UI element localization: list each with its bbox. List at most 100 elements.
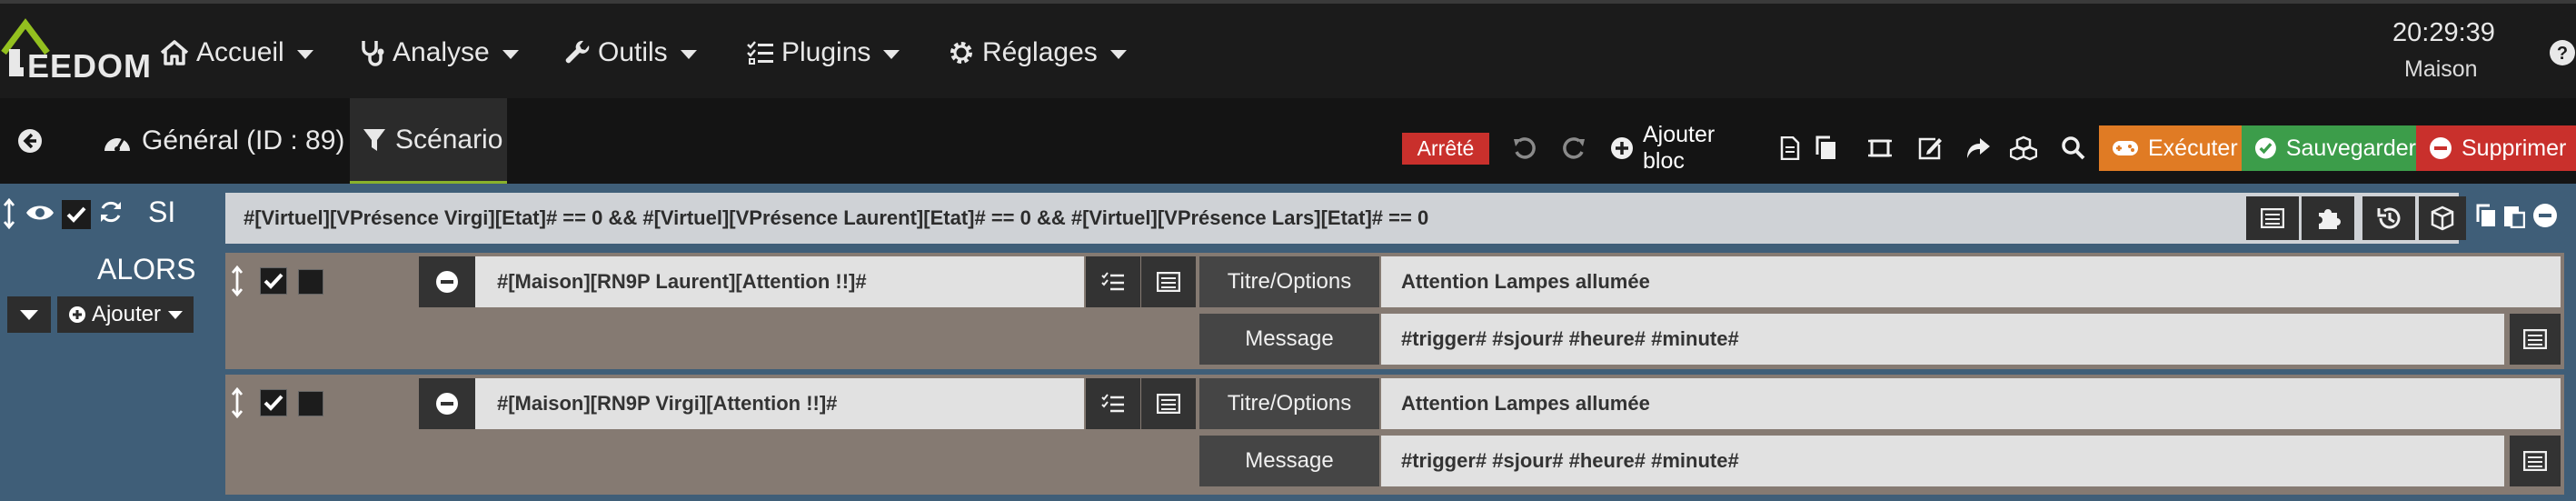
condition-text[interactable]: #[Virtuel][VPrésence Virgi][Etat]# == 0 … xyxy=(244,193,1428,244)
caret-down-icon xyxy=(168,310,184,319)
plus-circle-icon xyxy=(1611,137,1633,159)
check-icon xyxy=(264,273,283,289)
drag-handle-icon[interactable] xyxy=(229,387,245,418)
drag-handle-icon[interactable] xyxy=(0,198,18,229)
nav-plugins-label: Plugins xyxy=(781,37,871,67)
dependencies-button[interactable] xyxy=(2006,129,2041,167)
action-enable-checkbox[interactable] xyxy=(260,267,287,295)
tab-general[interactable]: Général (ID : 89) xyxy=(102,98,344,184)
condition-list-button[interactable] xyxy=(2246,196,2299,240)
tab-general-label: Général (ID : 89) xyxy=(142,125,345,155)
action-list-button[interactable] xyxy=(1141,256,1196,307)
tasks-icon xyxy=(1101,394,1124,413)
title-options-field[interactable]: Attention Lampes allumée xyxy=(1381,378,2561,429)
enable-checkbox[interactable] xyxy=(62,200,91,229)
message-field[interactable]: #trigger# #sjour# #heure# #minute# xyxy=(1381,436,2504,486)
puzzle-icon xyxy=(2319,209,2341,229)
copy-button[interactable] xyxy=(1809,129,1844,167)
nav-analyse[interactable]: Analyse xyxy=(360,4,519,102)
action-command-field[interactable]: #[Maison][RN9P Laurent][Attention !!]# xyxy=(475,256,1084,307)
message-list-button[interactable] xyxy=(2510,436,2561,486)
remove-action-button[interactable] xyxy=(419,378,475,429)
save-label: Sauvegarder xyxy=(2285,135,2416,161)
drag-handle-icon[interactable] xyxy=(229,266,245,296)
action-parallel-checkbox[interactable] xyxy=(298,269,323,295)
minus-circle-icon xyxy=(436,271,458,293)
action-list-button[interactable] xyxy=(1141,378,1196,429)
cube-frame-icon xyxy=(1868,139,1892,157)
help-icon[interactable]: ? xyxy=(2548,38,2576,67)
si-label: SI xyxy=(148,195,176,228)
execute-button[interactable]: Exécuter xyxy=(2099,125,2242,171)
action-parallel-checkbox[interactable] xyxy=(298,391,323,416)
chevron-down-icon xyxy=(296,50,313,59)
search-button[interactable] xyxy=(2056,129,2091,167)
list-icon xyxy=(2261,208,2284,228)
edit-button[interactable] xyxy=(1913,129,1947,167)
tasks-icon xyxy=(1101,272,1124,291)
action-options-button[interactable] xyxy=(1086,378,1140,429)
title-options-label: Titre/Options xyxy=(1199,378,1379,429)
chevron-down-icon xyxy=(883,50,900,59)
cube-icon xyxy=(2431,205,2454,231)
nav-reglages[interactable]: Réglages xyxy=(948,4,1127,102)
nav-outils[interactable]: Outils xyxy=(565,4,697,102)
undo-icon xyxy=(1514,137,1536,159)
check-circle-icon xyxy=(2254,137,2276,159)
location-label[interactable]: Maison xyxy=(2404,56,2478,83)
tasks-icon xyxy=(747,41,773,65)
action-options-button[interactable] xyxy=(1086,256,1140,307)
minus-circle-icon xyxy=(2430,137,2452,159)
status-badge: Arrêté xyxy=(1402,133,1489,165)
back-button[interactable] xyxy=(16,98,60,184)
copy-icon xyxy=(1815,135,1835,159)
remove-action-button[interactable] xyxy=(419,256,475,307)
add-action-button[interactable]: Ajouter xyxy=(57,296,194,333)
check-icon xyxy=(66,206,86,223)
filter-icon xyxy=(363,128,385,151)
delete-button[interactable]: Supprimer xyxy=(2416,125,2576,171)
refresh-icon[interactable] xyxy=(96,196,125,227)
add-block-button[interactable]: Ajouter bloc xyxy=(1599,122,1763,174)
cubes-icon xyxy=(2010,135,2037,161)
undo-button[interactable] xyxy=(1507,129,1542,167)
collapse-button[interactable] xyxy=(7,296,51,333)
log-button[interactable] xyxy=(1773,129,1807,167)
eye-icon[interactable] xyxy=(24,200,56,225)
list-icon xyxy=(2523,451,2547,471)
home-icon xyxy=(160,40,189,65)
svg-text:?: ? xyxy=(2557,44,2568,64)
paste-block-icon[interactable] xyxy=(2501,202,2526,229)
condition-plugin-button[interactable] xyxy=(2302,196,2354,240)
plus-circle-icon xyxy=(68,306,85,323)
action-command-field[interactable]: #[Maison][RN9P Virgi][Attention !!]# xyxy=(475,378,1084,429)
caret-down-icon xyxy=(20,309,38,320)
redo-button[interactable] xyxy=(1557,129,1591,167)
history-icon xyxy=(2377,207,2401,229)
stethoscope-icon xyxy=(362,41,384,66)
alors-label: ALORS xyxy=(97,253,196,286)
condition-cube-button[interactable] xyxy=(2419,196,2466,240)
template-button[interactable] xyxy=(1863,129,1897,167)
title-options-label: Titre/Options xyxy=(1199,256,1379,307)
tab-scenario-label: Scénario xyxy=(395,124,503,155)
redo-icon xyxy=(1563,137,1585,159)
condition-history-button[interactable] xyxy=(2362,196,2415,240)
gamepad-icon xyxy=(2113,141,2138,155)
title-options-field[interactable]: Attention Lampes allumée xyxy=(1381,256,2561,307)
action-enable-checkbox[interactable] xyxy=(260,389,287,416)
minus-circle-icon xyxy=(436,393,458,415)
copy-block-icon[interactable] xyxy=(2473,202,2499,229)
nav-accueil-label: Accueil xyxy=(196,37,284,67)
nav-analyse-label: Analyse xyxy=(393,37,490,67)
message-field[interactable]: #trigger# #sjour# #heure# #minute# xyxy=(1381,314,2504,365)
export-button[interactable] xyxy=(1961,129,1995,167)
remove-block-icon[interactable] xyxy=(2531,202,2559,229)
message-list-button[interactable] xyxy=(2510,314,2561,365)
save-button[interactable]: Sauvegarder xyxy=(2242,125,2416,171)
tab-scenario[interactable]: Scénario xyxy=(350,98,507,184)
nav-accueil[interactable]: Accueil xyxy=(160,4,313,102)
nav-plugins[interactable]: Plugins xyxy=(747,4,900,102)
chevron-down-icon xyxy=(680,50,697,59)
jeedom-logo[interactable]: EEDOM xyxy=(0,16,151,85)
